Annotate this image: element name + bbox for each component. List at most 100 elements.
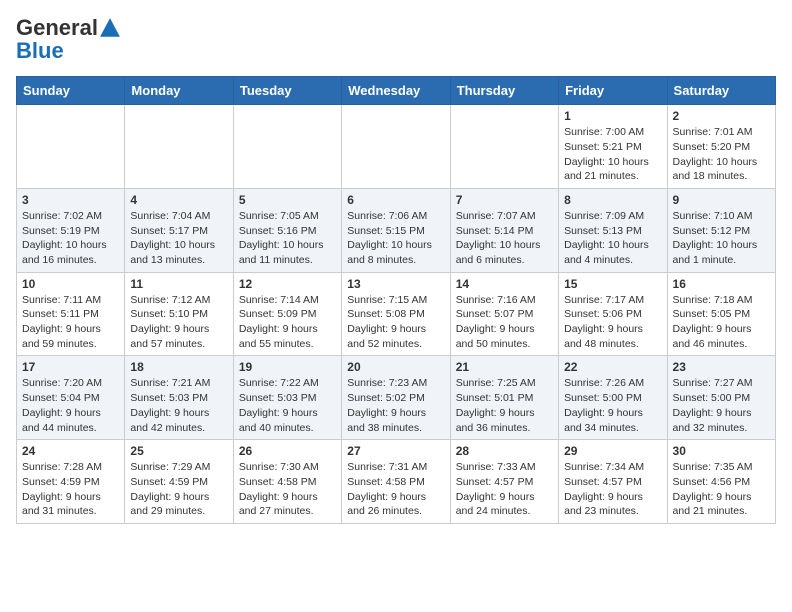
empty-cell	[125, 105, 233, 189]
day-info: Sunrise: 7:29 AM Sunset: 4:59 PM Dayligh…	[130, 460, 227, 519]
day-number: 15	[564, 277, 661, 291]
day-info: Sunrise: 7:05 AM Sunset: 5:16 PM Dayligh…	[239, 209, 336, 268]
day-cell-20: 20 Sunrise: 7:23 AM Sunset: 5:02 PM Dayli…	[342, 356, 450, 440]
day-number: 14	[456, 277, 553, 291]
day-info: Sunrise: 7:11 AM Sunset: 5:11 PM Dayligh…	[22, 293, 119, 352]
day-cell-25: 25 Sunrise: 7:29 AM Sunset: 4:59 PM Dayli…	[125, 440, 233, 524]
day-info: Sunrise: 7:27 AM Sunset: 5:00 PM Dayligh…	[673, 376, 770, 435]
day-info: Sunrise: 7:06 AM Sunset: 5:15 PM Dayligh…	[347, 209, 444, 268]
day-number: 8	[564, 193, 661, 207]
weekday-header-thursday: Thursday	[450, 77, 558, 105]
day-cell-12: 12 Sunrise: 7:14 AM Sunset: 5:09 PM Dayli…	[233, 272, 341, 356]
day-number: 27	[347, 444, 444, 458]
day-cell-6: 6 Sunrise: 7:06 AM Sunset: 5:15 PM Daylig…	[342, 188, 450, 272]
empty-cell	[233, 105, 341, 189]
week-row-2: 3 Sunrise: 7:02 AM Sunset: 5:19 PM Daylig…	[17, 188, 776, 272]
week-row-3: 10Sunrise: 7:11 AM Sunset: 5:11 PM Dayli…	[17, 272, 776, 356]
page-header: General Blue	[16, 16, 776, 64]
day-cell-29: 29Sunrise: 7:34 AM Sunset: 4:57 PM Dayli…	[559, 440, 667, 524]
day-cell-23: 23 Sunrise: 7:27 AM Sunset: 5:00 PM Dayli…	[667, 356, 775, 440]
day-number: 20	[347, 360, 444, 374]
weekday-header-saturday: Saturday	[667, 77, 775, 105]
day-cell-28: 28 Sunrise: 7:33 AM Sunset: 4:57 PM Dayli…	[450, 440, 558, 524]
day-cell-10: 10Sunrise: 7:11 AM Sunset: 5:11 PM Dayli…	[17, 272, 125, 356]
day-number: 6	[347, 193, 444, 207]
day-cell-14: 14 Sunrise: 7:16 AM Sunset: 5:07 PM Dayli…	[450, 272, 558, 356]
day-info: Sunrise: 7:33 AM Sunset: 4:57 PM Dayligh…	[456, 460, 553, 519]
weekday-header-friday: Friday	[559, 77, 667, 105]
day-info: Sunrise: 7:18 AM Sunset: 5:05 PM Dayligh…	[673, 293, 770, 352]
weekday-header-row: SundayMondayTuesdayWednesdayThursdayFrid…	[17, 77, 776, 105]
day-number: 26	[239, 444, 336, 458]
day-cell-18: 18Sunrise: 7:21 AM Sunset: 5:03 PM Dayli…	[125, 356, 233, 440]
weekday-header-tuesday: Tuesday	[233, 77, 341, 105]
day-info: Sunrise: 7:14 AM Sunset: 5:09 PM Dayligh…	[239, 293, 336, 352]
day-cell-16: 16 Sunrise: 7:18 AM Sunset: 5:05 PM Dayli…	[667, 272, 775, 356]
logo-blue-text: Blue	[16, 38, 122, 64]
day-number: 16	[673, 277, 770, 291]
week-row-1: 1Sunrise: 7:00 AM Sunset: 5:21 PM Daylig…	[17, 105, 776, 189]
weekday-header-wednesday: Wednesday	[342, 77, 450, 105]
day-info: Sunrise: 7:00 AM Sunset: 5:21 PM Dayligh…	[564, 125, 661, 184]
day-cell-30: 30 Sunrise: 7:35 AM Sunset: 4:56 PM Dayli…	[667, 440, 775, 524]
day-info: Sunrise: 7:10 AM Sunset: 5:12 PM Dayligh…	[673, 209, 770, 268]
day-info: Sunrise: 7:31 AM Sunset: 4:58 PM Dayligh…	[347, 460, 444, 519]
day-number: 21	[456, 360, 553, 374]
day-cell-17: 17 Sunrise: 7:20 AM Sunset: 5:04 PM Dayli…	[17, 356, 125, 440]
week-row-5: 24 Sunrise: 7:28 AM Sunset: 4:59 PM Dayli…	[17, 440, 776, 524]
day-number: 4	[130, 193, 227, 207]
day-info: Sunrise: 7:34 AM Sunset: 4:57 PM Dayligh…	[564, 460, 661, 519]
day-info: Sunrise: 7:35 AM Sunset: 4:56 PM Dayligh…	[673, 460, 770, 519]
day-cell-1: 1Sunrise: 7:00 AM Sunset: 5:21 PM Daylig…	[559, 105, 667, 189]
day-cell-11: 11Sunrise: 7:12 AM Sunset: 5:10 PM Dayli…	[125, 272, 233, 356]
day-number: 30	[673, 444, 770, 458]
day-number: 7	[456, 193, 553, 207]
day-info: Sunrise: 7:17 AM Sunset: 5:06 PM Dayligh…	[564, 293, 661, 352]
day-info: Sunrise: 7:22 AM Sunset: 5:03 PM Dayligh…	[239, 376, 336, 435]
day-info: Sunrise: 7:28 AM Sunset: 4:59 PM Dayligh…	[22, 460, 119, 519]
day-cell-26: 26Sunrise: 7:30 AM Sunset: 4:58 PM Dayli…	[233, 440, 341, 524]
day-info: Sunrise: 7:02 AM Sunset: 5:19 PM Dayligh…	[22, 209, 119, 268]
day-number: 25	[130, 444, 227, 458]
day-number: 24	[22, 444, 119, 458]
day-info: Sunrise: 7:04 AM Sunset: 5:17 PM Dayligh…	[130, 209, 227, 268]
day-number: 11	[130, 277, 227, 291]
day-info: Sunrise: 7:01 AM Sunset: 5:20 PM Dayligh…	[673, 125, 770, 184]
day-number: 2	[673, 109, 770, 123]
day-number: 18	[130, 360, 227, 374]
day-cell-4: 4 Sunrise: 7:04 AM Sunset: 5:17 PM Daylig…	[125, 188, 233, 272]
day-info: Sunrise: 7:15 AM Sunset: 5:08 PM Dayligh…	[347, 293, 444, 352]
empty-cell	[450, 105, 558, 189]
day-info: Sunrise: 7:25 AM Sunset: 5:01 PM Dayligh…	[456, 376, 553, 435]
day-cell-2: 2 Sunrise: 7:01 AM Sunset: 5:20 PM Daylig…	[667, 105, 775, 189]
day-cell-19: 19Sunrise: 7:22 AM Sunset: 5:03 PM Dayli…	[233, 356, 341, 440]
weekday-header-monday: Monday	[125, 77, 233, 105]
weekday-header-sunday: Sunday	[17, 77, 125, 105]
day-cell-21: 21 Sunrise: 7:25 AM Sunset: 5:01 PM Dayli…	[450, 356, 558, 440]
empty-cell	[342, 105, 450, 189]
day-number: 22	[564, 360, 661, 374]
day-cell-13: 13 Sunrise: 7:15 AM Sunset: 5:08 PM Dayli…	[342, 272, 450, 356]
day-cell-3: 3 Sunrise: 7:02 AM Sunset: 5:19 PM Daylig…	[17, 188, 125, 272]
day-info: Sunrise: 7:26 AM Sunset: 5:00 PM Dayligh…	[564, 376, 661, 435]
day-cell-7: 7 Sunrise: 7:07 AM Sunset: 5:14 PM Daylig…	[450, 188, 558, 272]
day-info: Sunrise: 7:16 AM Sunset: 5:07 PM Dayligh…	[456, 293, 553, 352]
day-info: Sunrise: 7:09 AM Sunset: 5:13 PM Dayligh…	[564, 209, 661, 268]
calendar-table: SundayMondayTuesdayWednesdayThursdayFrid…	[16, 76, 776, 524]
day-number: 3	[22, 193, 119, 207]
logo-triangle-icon	[99, 17, 121, 39]
day-number: 13	[347, 277, 444, 291]
day-cell-9: 9Sunrise: 7:10 AM Sunset: 5:12 PM Daylig…	[667, 188, 775, 272]
day-cell-15: 15 Sunrise: 7:17 AM Sunset: 5:06 PM Dayli…	[559, 272, 667, 356]
day-number: 12	[239, 277, 336, 291]
day-info: Sunrise: 7:07 AM Sunset: 5:14 PM Dayligh…	[456, 209, 553, 268]
day-cell-27: 27 Sunrise: 7:31 AM Sunset: 4:58 PM Dayli…	[342, 440, 450, 524]
day-number: 28	[456, 444, 553, 458]
day-info: Sunrise: 7:20 AM Sunset: 5:04 PM Dayligh…	[22, 376, 119, 435]
empty-cell	[17, 105, 125, 189]
day-number: 23	[673, 360, 770, 374]
day-info: Sunrise: 7:23 AM Sunset: 5:02 PM Dayligh…	[347, 376, 444, 435]
day-number: 17	[22, 360, 119, 374]
day-cell-22: 22 Sunrise: 7:26 AM Sunset: 5:00 PM Dayli…	[559, 356, 667, 440]
logo: General Blue	[16, 16, 122, 64]
